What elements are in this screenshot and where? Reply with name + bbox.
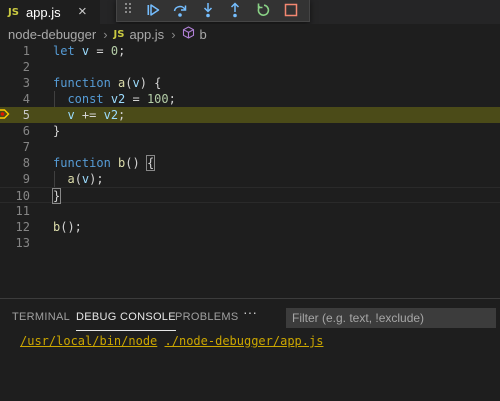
step-over-icon[interactable] [171,1,189,19]
tab-app-js[interactable]: JS app.js × [0,0,100,24]
tab-terminal[interactable]: TERMINAL [12,311,70,323]
code-line: 2 [22,60,30,74]
breadcrumb-folder[interactable]: node-debugger [8,27,96,42]
code-editor[interactable]: 1 let v = 0; 2 3 function a(v) { 4 const… [0,43,500,298]
breadcrumb-symbol[interactable]: b [200,27,207,42]
close-icon[interactable]: × [78,1,87,23]
drag-handle-icon[interactable] [125,3,133,15]
code-line-cursor: 10 } [0,187,500,204]
code-line: 11 [15,204,30,218]
code-line: 12 b(); [15,220,82,234]
chevron-right-icon: › [103,26,108,42]
bottom-panel: TERMINAL DEBUG CONSOLE PROBLEMS ··· /usr… [0,298,500,401]
code-line: 13 [15,236,30,250]
code-line: 1 let v = 0; [22,44,126,58]
tab-problems[interactable]: PROBLEMS [175,311,239,323]
chevron-right-icon: › [171,26,176,42]
restart-icon[interactable] [254,1,272,19]
tab-label: app.js [25,4,61,20]
code-line: 8 function b() { [22,155,156,171]
breadcrumb-file[interactable]: app.js [129,27,164,42]
current-execution-line: 5 v += v2; [0,107,500,123]
js-file-icon: JS [8,6,19,18]
more-actions-icon[interactable]: ··· [243,304,257,320]
symbol-method-icon [182,26,195,42]
step-out-icon[interactable] [226,1,244,19]
console-link-app[interactable]: ./node-debugger/app.js [165,334,324,348]
code-line: 6 } [22,124,61,138]
debug-console-output: /usr/local/bin/node ./node-debugger/app.… [20,334,323,348]
code-line: 3 function a(v) { [22,76,162,90]
console-filter-input[interactable] [286,308,496,328]
js-file-icon: JS [113,28,125,40]
console-link-node[interactable]: /usr/local/bin/node [20,334,157,348]
breadcrumb: node-debugger › JS app.js › b [0,24,500,44]
code-line: 9 a(v); [22,172,104,186]
code-line: 4 const v2 = 100; [22,92,176,106]
tab-debug-console[interactable]: DEBUG CONSOLE [76,311,176,331]
continue-icon[interactable] [144,1,162,19]
debug-toolbar [116,0,310,22]
step-into-icon[interactable] [199,1,217,19]
code-line: 7 [22,140,30,154]
stop-icon[interactable] [282,1,300,19]
